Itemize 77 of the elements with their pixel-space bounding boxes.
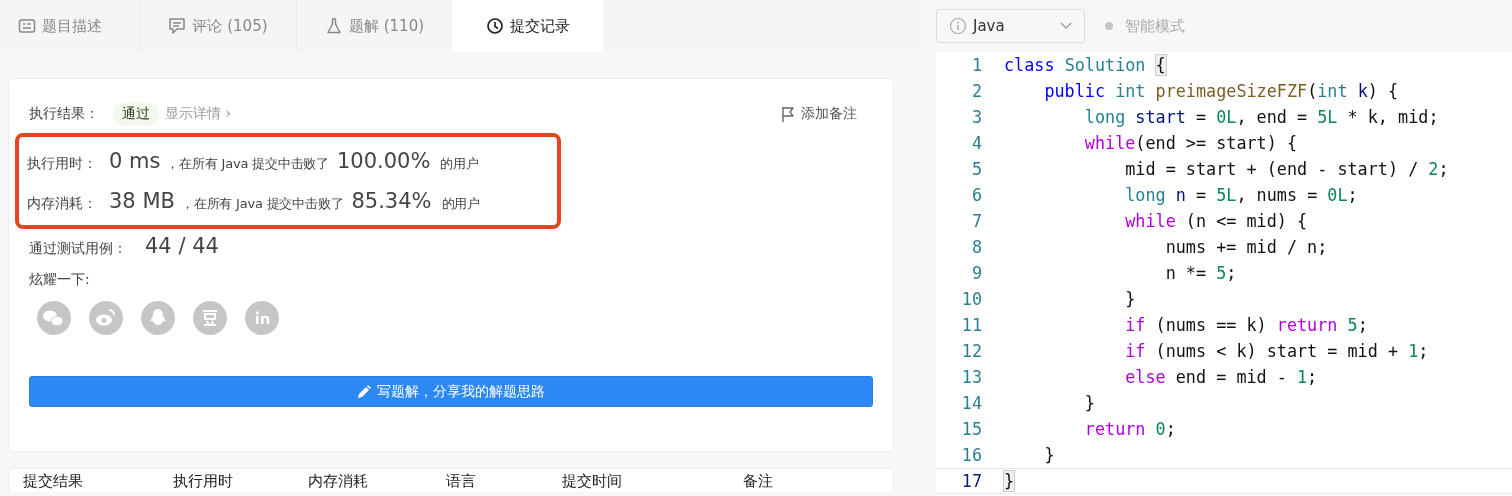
line-number: 10	[960, 288, 982, 311]
chevron-down-icon	[1060, 22, 1072, 30]
column-header: 提交时间	[561, 472, 623, 490]
stat-value: 38 MB	[109, 188, 175, 215]
code-line: long n = 5L, nums = 0L;	[1124, 184, 1358, 207]
result-label: 执行结果：	[29, 105, 99, 123]
testcase-label: 通过测试用例：	[29, 239, 127, 258]
dot-icon	[1105, 22, 1113, 30]
add-note-button[interactable]: 添加备注	[781, 105, 857, 123]
column-header: 语言	[446, 472, 478, 490]
code-line: }	[1083, 392, 1095, 415]
share-button[interactable]	[245, 301, 279, 335]
line-number: 12	[960, 340, 982, 363]
line-number: 11	[960, 314, 982, 337]
line-number: 4	[970, 132, 982, 155]
line-number: 16	[960, 444, 982, 467]
line-number: 2	[970, 80, 982, 103]
code-line: }	[1124, 288, 1136, 311]
share-button[interactable]	[37, 301, 71, 335]
flask-icon	[324, 17, 343, 35]
stat-suffix: 的用户	[441, 195, 480, 213]
line-number: 3	[970, 106, 982, 129]
code-line: if (nums < k) start = mid + 1;	[1124, 340, 1429, 363]
column-header: 执行用时	[172, 472, 234, 490]
card-icon	[18, 17, 36, 35]
line-number: 7	[970, 210, 982, 233]
status-badge: 通过	[113, 102, 159, 126]
stat-value: 0 ms	[109, 148, 161, 175]
code-line: class Solution {	[1004, 54, 1166, 77]
line-number: 1	[970, 54, 982, 77]
line-number: 14	[960, 392, 982, 415]
stat-percent: 100.00%	[336, 148, 431, 175]
line-number: 6	[970, 184, 982, 207]
stat-text: ，在所有 Java 提交中击败了	[180, 195, 344, 213]
stat-text: ，在所有 Java 提交中击败了	[166, 155, 329, 173]
code-line: public int preimageSizeFZF(int k) {	[1043, 80, 1399, 103]
line-number: 8	[970, 236, 982, 259]
column-header: 备注	[743, 472, 775, 490]
write-solution-button[interactable]: 写题解，分享我的解题思路	[29, 376, 873, 407]
language-select[interactable]: Java	[936, 9, 1085, 43]
clock-icon	[485, 17, 504, 35]
stat-label: 执行用时：	[27, 154, 97, 173]
column-header: 内存消耗	[308, 472, 370, 490]
column-header: 提交结果	[23, 472, 84, 490]
stat-label: 内存消耗：	[27, 194, 97, 213]
share-button[interactable]	[141, 301, 175, 335]
info-icon	[949, 17, 967, 35]
code-line: while(end >= start) {	[1083, 132, 1297, 155]
code-line: else end = mid - 1;	[1124, 366, 1318, 389]
details-link[interactable]: 显示详情 ›	[165, 105, 232, 123]
code-line: long start = 0L, end = 5L * k, mid;	[1083, 106, 1439, 129]
code-line: return 0;	[1083, 418, 1176, 441]
tab[interactable]: 提交记录	[452, 0, 603, 52]
stat-suffix: 的用户	[440, 155, 479, 173]
code-line: mid = start + (end - start) / 2;	[1124, 158, 1449, 181]
code-line: nums += mid / n;	[1164, 236, 1328, 259]
line-number: 5	[970, 158, 982, 181]
line-number: 17	[960, 470, 982, 493]
code-line: n *= 5;	[1164, 262, 1237, 285]
code-line: while (n <= mid) {	[1124, 210, 1308, 233]
tab[interactable]: 题解 (110)	[297, 0, 452, 52]
share-label: 炫耀一下:	[29, 271, 90, 289]
pencil-icon	[357, 384, 371, 399]
code-line: }	[1043, 444, 1055, 467]
line-number: 13	[960, 366, 982, 389]
smart-mode-toggle[interactable]: 智能模式	[1125, 16, 1185, 36]
line-number: 15	[960, 418, 982, 441]
tab[interactable]: 评论 (105)	[140, 0, 297, 52]
testcase-value: 44 / 44	[145, 233, 219, 260]
tab[interactable]: 题目描述	[0, 0, 140, 52]
line-number: 9	[970, 262, 982, 285]
stat-percent: 85.34%	[351, 188, 432, 215]
code-line: if (nums == k) return 5;	[1124, 314, 1368, 337]
share-button[interactable]	[89, 301, 123, 335]
flag-icon	[781, 106, 795, 122]
share-button[interactable]	[193, 301, 227, 335]
comment-icon	[168, 17, 187, 35]
